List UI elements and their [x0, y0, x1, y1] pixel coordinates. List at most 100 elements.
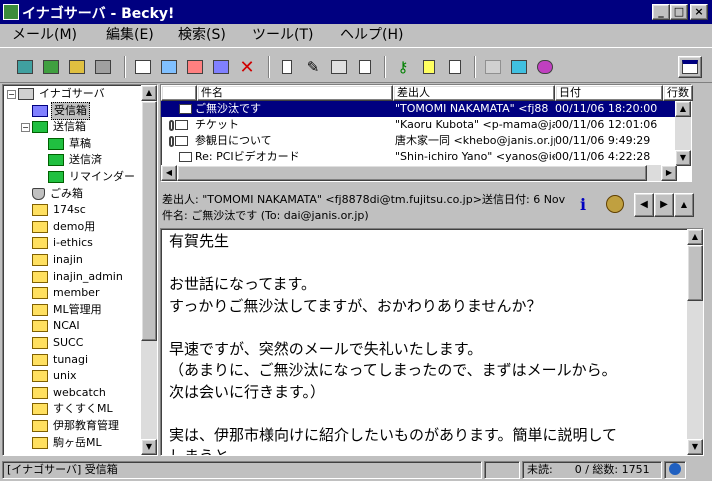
- mail-icon: [175, 120, 188, 130]
- folder-item[interactable]: demo用: [21, 219, 97, 235]
- body-scroll-up[interactable]: ▲: [687, 229, 703, 245]
- folder-item[interactable]: ごみ箱: [21, 186, 85, 202]
- edit-button[interactable]: ✎: [302, 56, 324, 78]
- info-icon[interactable]: i: [580, 195, 586, 214]
- folder-item[interactable]: − イナゴサーバ: [7, 86, 107, 102]
- folder-icon: [32, 220, 48, 233]
- list-scroll-up[interactable]: ▲: [675, 101, 691, 117]
- message-row[interactable]: チケット "Kaoru Kubota" <p-mama@jan 00/11/06 1…: [161, 117, 677, 133]
- folder-label: 草稿: [69, 136, 91, 150]
- receive-all-button[interactable]: [40, 56, 62, 78]
- minimize-button[interactable]: _: [652, 4, 670, 20]
- folder-item[interactable]: ML管理用: [21, 302, 104, 318]
- forward-button[interactable]: [210, 56, 232, 78]
- filter-button[interactable]: [508, 56, 530, 78]
- folder-icon: [32, 303, 48, 316]
- folder-item[interactable]: 駒ヶ岳ML: [21, 435, 104, 451]
- folder-item[interactable]: inajin_admin: [21, 269, 125, 285]
- memo-button[interactable]: [418, 56, 440, 78]
- folder-item[interactable]: 草稿: [37, 136, 93, 152]
- tree-icon: [282, 60, 292, 74]
- folder-item[interactable]: i-ethics: [21, 235, 95, 251]
- send-receive-icon: [69, 60, 85, 74]
- folder-item[interactable]: すくすくML: [21, 401, 115, 417]
- folder-item[interactable]: 送信済: [37, 152, 104, 168]
- body-scroll-thumb[interactable]: [687, 245, 703, 301]
- list-scrollbar[interactable]: ▲ ▼: [675, 101, 691, 166]
- status-connection: [664, 461, 686, 479]
- maximize-button[interactable]: □: [670, 4, 688, 20]
- app-icon[interactable]: [3, 4, 19, 20]
- scroll-message-button[interactable]: ▲: [674, 193, 694, 217]
- list-scroll-left[interactable]: ◀: [161, 165, 177, 181]
- menu-help[interactable]: ヘルプ(H): [334, 26, 409, 44]
- list-scroll-right[interactable]: ▶: [661, 165, 677, 181]
- body-scrollbar[interactable]: ▲ ▼: [687, 229, 703, 455]
- column-date[interactable]: 日付: [555, 85, 663, 101]
- folder-button[interactable]: [482, 56, 504, 78]
- delete-button[interactable]: ✕: [236, 56, 258, 78]
- folder-icon: [32, 254, 48, 266]
- reply-all-button[interactable]: [184, 56, 206, 78]
- folder-label: イナゴサーバ: [39, 87, 105, 100]
- header-subject: 件名: ご無沙汰です (To: dai@janis.or.jp): [162, 209, 369, 222]
- folder-item[interactable]: 受信箱: [21, 101, 90, 120]
- folder-item[interactable]: 伊那教育管理: [21, 418, 121, 434]
- folder-item[interactable]: unix: [21, 368, 79, 384]
- menu-edit[interactable]: 編集(E): [100, 26, 160, 44]
- reply-button[interactable]: [158, 56, 180, 78]
- folder-item[interactable]: − 送信箱: [21, 119, 88, 135]
- scroll-thumb[interactable]: [141, 101, 157, 341]
- send-receive-button[interactable]: [66, 56, 88, 78]
- scroll-up-button[interactable]: ▲: [141, 85, 157, 101]
- address-book-button[interactable]: ⚷: [392, 56, 414, 78]
- body-scroll-down[interactable]: ▼: [687, 439, 703, 455]
- folder-item[interactable]: tunagi: [21, 352, 90, 368]
- column-from[interactable]: 差出人: [393, 85, 555, 101]
- folder-item[interactable]: NCAI: [21, 318, 82, 334]
- layout-button[interactable]: [678, 56, 702, 78]
- list-hscrollbar[interactable]: ◀ ▶: [161, 165, 677, 181]
- folder-item[interactable]: webcatch: [21, 385, 108, 401]
- template-button[interactable]: [444, 56, 466, 78]
- column-lines[interactable]: 行数: [663, 85, 693, 101]
- message-row[interactable]: Re: PCIビデオカード "Shin-ichiro Yano" <yanos@i…: [161, 149, 677, 165]
- cell-date: 00/11/06 12:01:06: [555, 118, 658, 131]
- message-row[interactable]: 参観日について 唐木家一同 <khebo@janis.or.jp> 00/11/06…: [161, 133, 677, 149]
- menu-search[interactable]: 検索(S): [172, 26, 232, 44]
- folder-item[interactable]: 174sc: [21, 202, 88, 218]
- new-message-button[interactable]: [132, 56, 154, 78]
- print-button[interactable]: [328, 56, 350, 78]
- offline-button[interactable]: [92, 56, 114, 78]
- column-icons[interactable]: [161, 85, 197, 101]
- column-subject[interactable]: 件名: [197, 85, 393, 101]
- print-preview-button[interactable]: [354, 56, 376, 78]
- folder-scrollbar[interactable]: ▲ ▼: [141, 85, 157, 455]
- folder-icon: [32, 121, 48, 134]
- folder-label: すくすくML: [53, 402, 113, 416]
- folder-item[interactable]: member: [21, 285, 101, 301]
- receive-button[interactable]: [14, 56, 36, 78]
- tree-expander[interactable]: −: [21, 122, 30, 132]
- folder-item[interactable]: リマインダー: [37, 169, 137, 185]
- message-row[interactable]: ご無沙汰です "TOMOMI NAKAMATA" <fj88 00/11/06 18…: [161, 101, 677, 117]
- list-hscroll-thumb[interactable]: [177, 165, 647, 181]
- scroll-down-button[interactable]: ▼: [141, 439, 157, 455]
- menu-mail[interactable]: メール(M): [6, 26, 83, 44]
- folder-label: inajin: [53, 253, 83, 266]
- list-scroll-down[interactable]: ▼: [675, 150, 691, 166]
- agent-button[interactable]: [534, 56, 556, 78]
- prev-message-button[interactable]: ◀: [634, 193, 654, 217]
- people-icon[interactable]: [606, 195, 624, 213]
- folder-item[interactable]: inajin: [21, 252, 85, 268]
- folder-icon: [48, 137, 64, 150]
- server-icon: [18, 88, 34, 100]
- menu-tools[interactable]: ツール(T): [246, 26, 319, 44]
- folder-icon: [48, 154, 64, 167]
- thread-button[interactable]: [276, 56, 298, 78]
- folder-item[interactable]: SUCC: [21, 335, 85, 351]
- tree-expander[interactable]: −: [7, 89, 16, 99]
- folder-label: i-ethics: [53, 236, 93, 250]
- close-button[interactable]: ×: [690, 4, 708, 20]
- next-message-button[interactable]: ▶: [654, 193, 674, 217]
